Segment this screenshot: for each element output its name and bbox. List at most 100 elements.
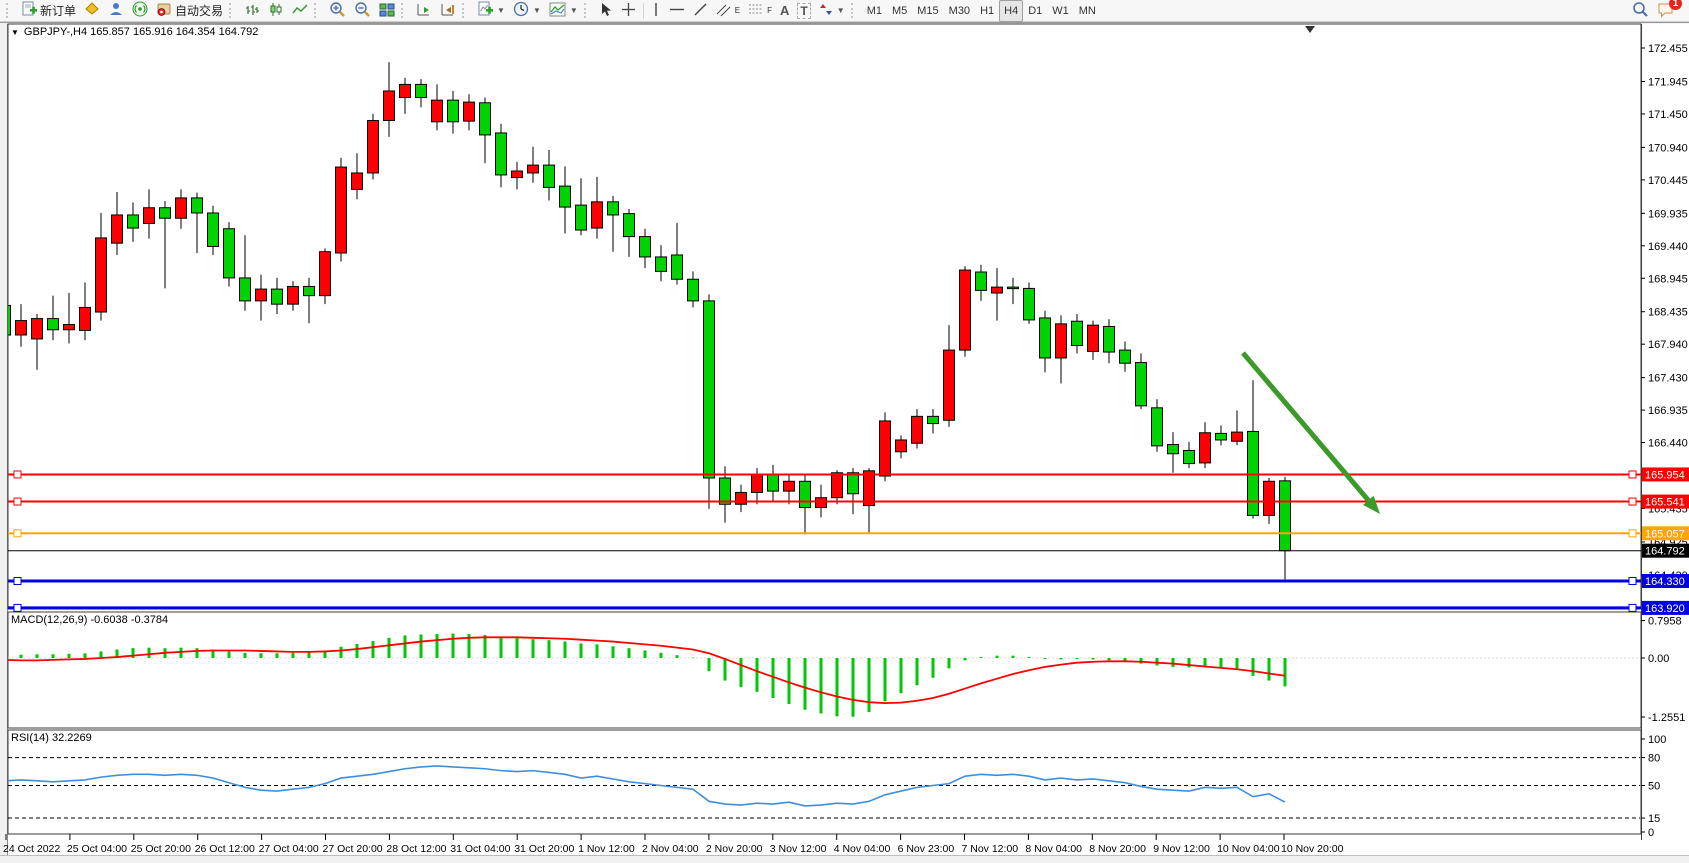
symbol-collapse-icon[interactable]: ▼ [11,28,19,37]
chart-window[interactable]: 172.455171.945171.450170.940170.445169.9… [0,22,1689,863]
candle-bull [1200,433,1211,463]
templates-button[interactable]: ▼ [545,0,582,22]
price-axis-label: 171.945 [1648,76,1688,88]
price-axis-label: 168.945 [1648,273,1688,285]
group-grip [401,3,408,18]
metaeditor-button[interactable] [80,0,104,22]
zoom-out-button[interactable] [350,0,375,22]
candle-bear [224,229,235,278]
signals-button[interactable] [128,0,152,22]
time-axis-label: 24 Oct 2022 [3,843,60,855]
search-button[interactable] [1627,0,1653,22]
group-grip [314,3,321,18]
candle-bull [784,481,795,491]
candle-bull [1056,324,1067,358]
tab-timeframe-m5[interactable]: M5 [887,0,912,22]
tab-timeframe-h1[interactable]: H1 [975,0,999,22]
notifications-button[interactable]: 1 [1653,0,1679,22]
zoom-in-button[interactable] [325,0,350,22]
chart-canvas[interactable]: 172.455171.945171.450170.940170.445169.9… [0,0,1689,863]
tab-timeframe-w1[interactable]: W1 [1047,0,1074,22]
text-label-button[interactable]: T [793,0,814,22]
candle-bear [800,481,811,507]
vertical-line-button[interactable] [647,0,665,22]
tab-timeframe-m15[interactable]: M15 [912,0,943,22]
rsi-axis-label: 80 [1648,753,1660,765]
text-button[interactable]: A [776,0,793,22]
tab-timeframe-m30[interactable]: M30 [944,0,975,22]
candle-bull [992,287,1003,293]
trendline-button[interactable] [689,0,712,22]
hline-handle[interactable] [14,530,21,537]
time-axis-label: 26 Oct 12:00 [195,843,255,855]
candle-bear [1280,481,1291,551]
tab-timeframe-h4[interactable]: H4 [999,0,1023,22]
hline-handle[interactable] [14,471,21,478]
group-grip [462,3,469,18]
tab-timeframe-m1[interactable]: M1 [862,0,887,22]
time-axis-label: 10 Nov 04:00 [1217,843,1280,855]
panel-frame [8,24,1641,609]
autotrading-label: 自动交易 [175,2,223,19]
candle-bear [576,205,587,230]
cursor-button[interactable] [595,0,617,22]
hline-handle[interactable] [14,578,21,585]
crosshair-button[interactable] [617,0,640,22]
candle-bull [112,215,123,243]
new-order-button[interactable]: 新订单 [17,0,80,22]
market-button[interactable] [104,0,128,22]
macd-indicator-label: MACD(12,26,9) -0.6038 -0.3784 [11,614,168,626]
hline-handle[interactable] [1629,498,1636,505]
candle-bear [1072,321,1083,345]
candle-bear [208,213,219,246]
crosshair-icon [621,2,636,20]
horizontal-line-button[interactable] [665,0,689,22]
price-tag-label: 163.920 [1645,603,1685,615]
candle-bull [352,173,363,189]
candle-bull [96,238,107,312]
new-chart-button[interactable]: ▼ [473,0,509,22]
candle-bull [176,198,187,218]
candle-bull [816,498,827,508]
symbol-ohlc-text: GBPJPY-,H4 165.857 165.916 164.354 164.7… [24,26,258,38]
tab-timeframe-mn[interactable]: MN [1074,0,1101,22]
candle-bear [1168,445,1179,454]
time-axis-label: 25 Oct 20:00 [131,843,191,855]
autotrading-icon [156,1,172,20]
chevron-down-icon: ▼ [837,6,845,15]
autotrading-button[interactable]: 自动交易 [152,0,227,22]
fibonacci-button[interactable]: F [744,0,776,22]
line-chart-button[interactable] [288,0,312,22]
hline-handle[interactable] [1629,578,1636,585]
chevron-down-icon: ▼ [570,6,578,15]
candle-bull [944,350,955,420]
cursor-icon [599,2,613,20]
candle-bear [448,100,459,122]
time-axis-label: 9 Nov 12:00 [1153,843,1210,855]
rsi-axis-label: 100 [1648,734,1666,746]
arrows-button[interactable]: ▼ [815,0,849,22]
hline-handle[interactable] [1629,530,1636,537]
periods-button[interactable]: ▼ [509,0,545,22]
equidistant-channel-button[interactable]: E [712,0,744,22]
zoom-in-icon [329,1,346,20]
candle-bear [48,319,59,330]
time-axis-label: 10 Nov 20:00 [1281,843,1344,855]
candlestick-chart-button[interactable] [264,0,288,22]
time-axis-label: 28 Oct 12:00 [386,843,446,855]
trendline-icon [693,2,708,20]
bottom-strip [0,856,1689,863]
hline-handle[interactable] [1629,471,1636,478]
candle-bear [1040,318,1051,358]
tab-timeframe-d1[interactable]: D1 [1023,0,1047,22]
chart-shift-button[interactable] [436,0,460,22]
hline-handle[interactable] [14,604,21,611]
bar-chart-button[interactable] [240,0,264,22]
candle-bear [848,473,859,494]
candle-bull [528,165,539,173]
hline-handle[interactable] [14,498,21,505]
hline-handle[interactable] [1629,604,1636,611]
tile-windows-button[interactable] [375,0,399,22]
rsi-axis-label: 0 [1648,827,1654,839]
auto-scroll-button[interactable] [412,0,436,22]
